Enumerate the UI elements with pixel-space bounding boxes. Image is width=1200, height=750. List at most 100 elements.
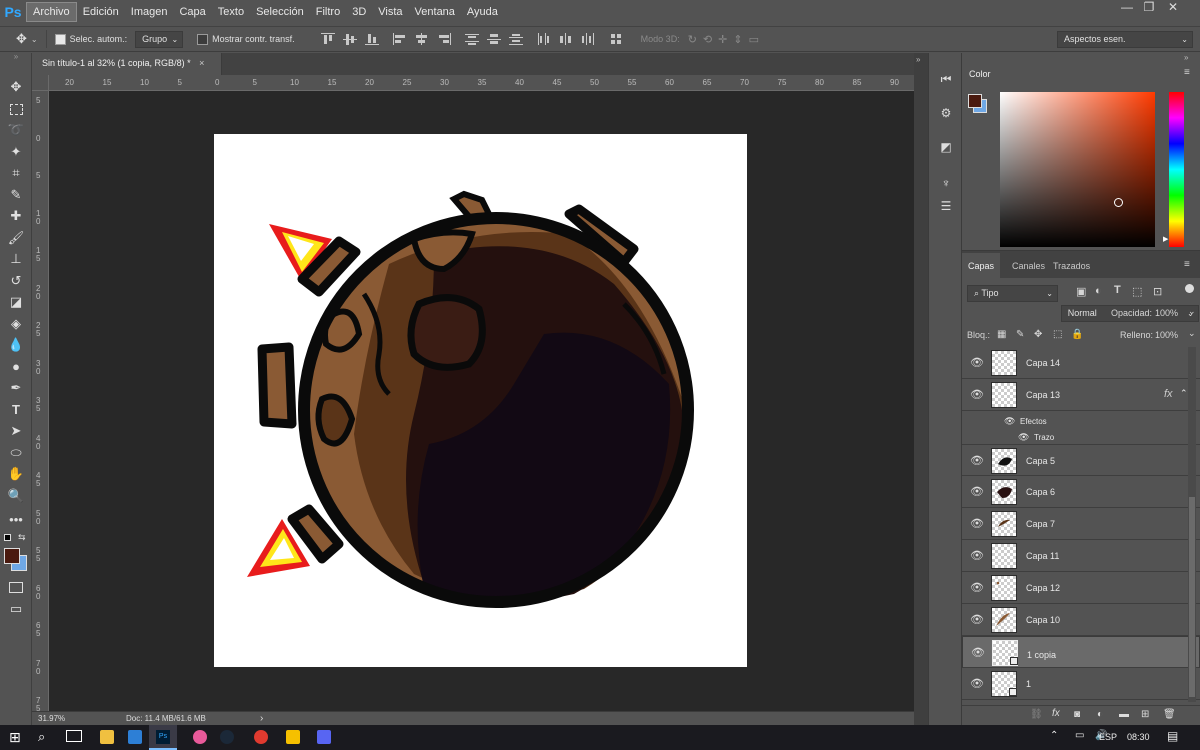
fx-badge[interactable]: fx xyxy=(1164,388,1173,400)
tab-trazados[interactable]: Trazados xyxy=(1047,253,1096,279)
lock-pixels-icon[interactable]: ✎ xyxy=(1016,329,1024,340)
new-group-icon[interactable]: ▬ xyxy=(1119,709,1129,720)
3d-camera-icon[interactable]: ▭ xyxy=(749,34,765,46)
eye-icon[interactable]: 👁 xyxy=(1018,432,1029,443)
eye-icon[interactable]: 👁 xyxy=(970,357,984,369)
panel-menu-icon[interactable]: ≡ xyxy=(1184,259,1190,270)
foreground-swatch[interactable] xyxy=(968,94,982,108)
tab-capas[interactable]: Capas xyxy=(962,253,1001,279)
task-view-icon[interactable] xyxy=(66,730,82,742)
color-picker-cursor[interactable] xyxy=(1114,198,1123,207)
eyedropper-tool-icon[interactable]: ✎ xyxy=(4,185,28,205)
dodge-tool-icon[interactable]: ● xyxy=(4,357,28,377)
filter-toggle-icon[interactable] xyxy=(1185,284,1194,293)
eye-icon[interactable]: 👁 xyxy=(970,582,984,594)
delete-layer-icon[interactable]: 🗑 xyxy=(1163,709,1176,720)
tab-canales[interactable]: Canales xyxy=(1006,253,1051,279)
clone-stamp-tool-icon[interactable]: ⊥ xyxy=(4,249,28,269)
eye-icon[interactable]: 👁 xyxy=(970,550,984,562)
3d-slide-icon[interactable]: ⇕ xyxy=(733,34,748,46)
screen-mode-icon[interactable]: ▭ xyxy=(4,599,28,619)
eye-icon[interactable]: 👁 xyxy=(970,389,984,401)
magic-wand-tool-icon[interactable]: ✦ xyxy=(4,142,28,162)
collapse-toolbar-icon[interactable]: » xyxy=(4,53,28,61)
opacity-value[interactable]: 100% xyxy=(1155,308,1178,318)
paint-bucket-tool-icon[interactable]: ◈ xyxy=(4,314,28,334)
properties-panel-icon[interactable]: ⚙ xyxy=(936,106,956,124)
auto-select-checkbox[interactable] xyxy=(54,33,66,45)
layer-row[interactable]: 👁 Capa 12 xyxy=(962,572,1200,604)
lock-position-icon[interactable]: ✥ xyxy=(1034,329,1042,340)
layer-row[interactable]: 👁 Capa 11 xyxy=(962,540,1200,572)
photoshop-taskbar-item[interactable]: Ps xyxy=(149,725,177,750)
align-hcenter-icon[interactable] xyxy=(415,33,429,45)
maximize-button[interactable]: ❐ xyxy=(1138,0,1160,18)
path-selection-tool-icon[interactable]: ➤ xyxy=(4,421,28,441)
fill-value[interactable]: 100% xyxy=(1155,330,1178,340)
foreground-color-swatch[interactable] xyxy=(4,548,20,564)
default-colors-icon[interactable] xyxy=(4,534,11,541)
show-transform-checkbox[interactable] xyxy=(197,33,209,45)
scrollbar-thumb[interactable] xyxy=(1189,497,1195,697)
menu-texto[interactable]: Texto xyxy=(212,3,250,21)
3d-pan-icon[interactable]: ✛ xyxy=(718,34,733,46)
align-vcenter-icon[interactable] xyxy=(342,33,357,45)
steam-icon[interactable] xyxy=(220,730,234,744)
document-tab[interactable]: Sin título-1 al 32% (1 copia, RGB/8) * × xyxy=(32,53,222,75)
layer-row[interactable]: 👁 Capa 13 fx ⌃ xyxy=(962,379,1200,411)
add-style-icon[interactable]: fx xyxy=(1052,708,1060,719)
store-icon[interactable] xyxy=(128,730,142,744)
layer-row[interactable]: 👁 Capa 10 xyxy=(962,604,1200,636)
status-menu-arrow[interactable]: › xyxy=(260,713,263,724)
crop-tool-icon[interactable]: ⌗ xyxy=(4,163,28,183)
osu-icon[interactable] xyxy=(193,730,207,744)
tool-preset-dropdown-icon[interactable]: ⌄ xyxy=(31,35,38,44)
document-canvas[interactable] xyxy=(214,134,747,667)
quick-mask-icon[interactable] xyxy=(4,577,28,597)
move-tool-icon[interactable]: ✥ xyxy=(16,31,27,47)
add-mask-icon[interactable]: ◙ xyxy=(1074,709,1080,720)
language-indicator[interactable]: ESP xyxy=(1099,732,1117,742)
distribute-hcenter-icon[interactable] xyxy=(559,33,573,45)
brush-tool-icon[interactable]: 🖌 xyxy=(4,228,28,248)
history-panel-icon[interactable]: ⏮ xyxy=(936,72,956,90)
hand-tool-icon[interactable]: ✋ xyxy=(4,464,28,484)
blur-tool-icon[interactable]: 💧 xyxy=(4,335,28,355)
network-icon[interactable]: ▭ xyxy=(1075,730,1084,741)
align-right-icon[interactable] xyxy=(437,33,451,45)
collapse-panels-icon[interactable]: » xyxy=(1184,53,1188,62)
distribute-bottom-icon[interactable] xyxy=(508,33,523,45)
zoom-level[interactable]: 31.97% xyxy=(38,714,65,723)
media-player-icon[interactable] xyxy=(286,730,300,744)
menu-imagen[interactable]: Imagen xyxy=(125,3,174,21)
filter-shape-icon[interactable]: ⬚ xyxy=(1132,285,1142,298)
stroke-effect-label[interactable]: Trazo xyxy=(1034,433,1054,442)
swap-colors-icon[interactable]: ⇆ xyxy=(18,532,26,543)
brushes-panel-icon[interactable]: ♆ xyxy=(936,176,956,194)
search-icon[interactable]: ⌕ xyxy=(38,729,45,745)
new-layer-icon[interactable]: ⊞ xyxy=(1141,709,1149,720)
windows-start-icon[interactable]: ⊞ xyxy=(9,729,21,746)
chevron-down-icon[interactable]: ⌄ xyxy=(1188,328,1196,339)
chevron-down-icon[interactable]: ⌄ xyxy=(1188,306,1196,317)
distribute-left-icon[interactable] xyxy=(537,33,551,45)
layer-row[interactable]: 👁 Capa 6 xyxy=(962,476,1200,508)
lock-transparency-icon[interactable]: ▦ xyxy=(997,329,1006,340)
menu-filtro[interactable]: Filtro xyxy=(310,3,346,21)
pen-tool-icon[interactable]: ✒ xyxy=(4,378,28,398)
filter-pixel-icon[interactable]: ▣ xyxy=(1076,285,1086,298)
auto-align-icon[interactable] xyxy=(609,33,623,45)
filter-type-icon[interactable]: T xyxy=(1114,284,1121,296)
eraser-tool-icon[interactable]: ◪ xyxy=(4,292,28,312)
menu-archivo[interactable]: Archivo xyxy=(26,2,77,22)
chrome-icon[interactable] xyxy=(254,730,268,744)
lock-all-icon[interactable]: 🔒 xyxy=(1071,329,1083,340)
menu-vista[interactable]: Vista xyxy=(372,3,408,21)
distribute-vcenter-icon[interactable] xyxy=(486,33,501,45)
notifications-icon[interactable]: ▤ xyxy=(1167,729,1178,743)
discord-icon[interactable] xyxy=(317,730,331,744)
marquee-tool-icon[interactable] xyxy=(4,99,28,119)
collapse-icon[interactable]: » xyxy=(916,55,920,64)
menu-edicion[interactable]: Edición xyxy=(77,3,125,21)
color-panel-tab[interactable]: Color xyxy=(962,63,998,85)
